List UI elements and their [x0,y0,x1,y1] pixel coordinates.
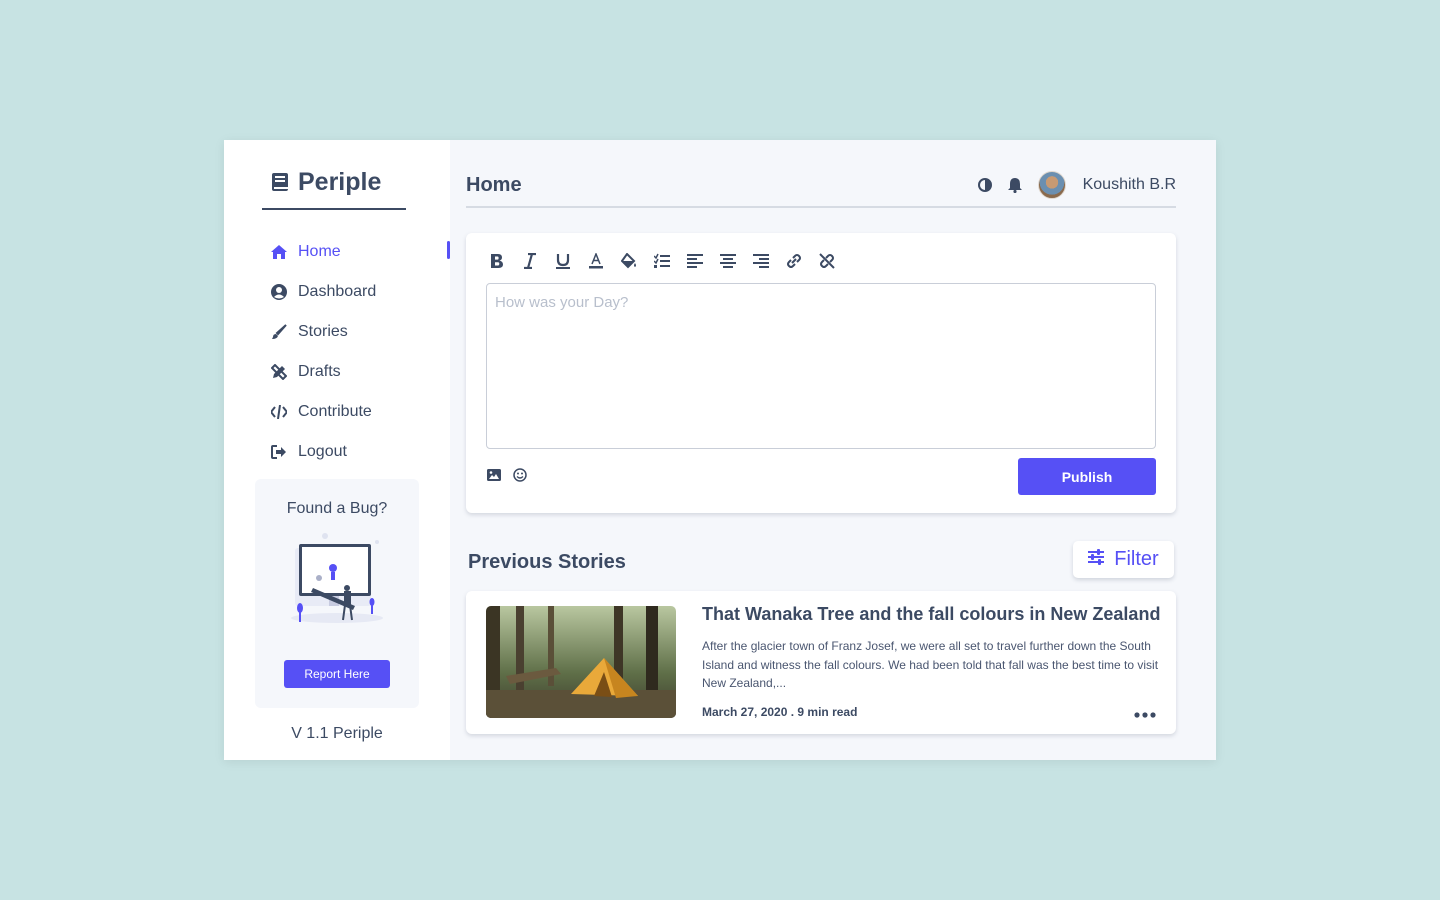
sidebar-item-label: Contribute [298,403,372,420]
filter-button[interactable]: Filter [1073,541,1174,578]
sidebar-item-dashboard[interactable]: Dashboard [270,272,450,312]
story-thumbnail[interactable] [486,606,676,718]
avatar[interactable] [1037,171,1066,199]
sidebar-item-home[interactable]: Home [270,232,450,272]
sidebar-item-stories[interactable]: Stories [270,312,450,352]
bug-illustration [291,533,383,623]
brush-icon [270,323,288,341]
report-bug-button[interactable]: Report Here [284,660,390,688]
story-title[interactable]: That Wanaka Tree and the fall colours in… [702,604,1162,625]
bell-icon[interactable] [1007,177,1022,193]
align-right-icon[interactable] [750,250,772,272]
filter-label: Filter [1114,548,1159,570]
bold-icon[interactable] [486,250,508,272]
pencil-ruler-icon [270,363,288,381]
more-options-icon[interactable] [1134,705,1156,723]
underline-icon[interactable] [552,250,574,272]
sidebar-item-drafts[interactable]: Drafts [270,352,450,392]
user-name[interactable]: Koushith B.R [1083,176,1176,194]
unlink-icon[interactable] [816,250,838,272]
emoji-icon[interactable] [513,468,527,487]
sidebar-item-label: Drafts [298,363,341,380]
sign-out-icon [270,443,288,461]
brand-name: Periple [298,168,382,196]
editor-toolbar [486,250,838,272]
link-icon[interactable] [783,250,805,272]
align-center-icon[interactable] [717,250,739,272]
italic-icon[interactable] [519,250,541,272]
sidebar-item-label: Stories [298,323,348,340]
publish-button[interactable]: Publish [1018,458,1156,495]
story-card[interactable]: That Wanaka Tree and the fall colours in… [466,591,1176,734]
version-label: V 1.1 Periple [291,725,383,742]
sidebar-nav: Home Dashboard Stories Drafts Contribute… [270,232,450,472]
sidebar-item-logout[interactable]: Logout [270,432,450,472]
sidebar: Periple Home Dashboard Stories Drafts Co… [224,140,450,760]
top-bar: Home Koushith B.R [466,170,1176,208]
text-color-icon[interactable] [585,250,607,272]
attachment-row [487,468,527,487]
brand-logo[interactable]: Periple [262,168,406,210]
app-window: Periple Home Dashboard Stories Drafts Co… [224,140,1216,760]
sidebar-item-contribute[interactable]: Contribute [270,392,450,432]
story-meta: March 27, 2020 . 9 min read [702,705,858,719]
image-icon[interactable] [487,468,501,487]
user-circle-icon [270,283,288,301]
story-excerpt: After the glacier town of Franz Josef, w… [702,639,1159,690]
story-editor: Publish [466,233,1176,513]
home-icon [270,243,288,261]
fill-color-icon[interactable] [618,250,640,272]
sidebar-item-label: Dashboard [298,283,377,300]
bug-card-title: Found a Bug? [286,500,388,517]
book-icon [272,173,288,191]
previous-stories-title: Previous Stories [468,551,626,573]
contrast-icon[interactable] [977,177,992,193]
main-content: Home Koushith B.R How was your Day? Publ… [450,140,1216,760]
story-text-input[interactable] [486,283,1156,449]
sidebar-item-label: Logout [298,443,347,460]
code-icon [270,403,288,421]
list-icon[interactable] [651,250,673,272]
topbar-actions: Koushith B.R [977,170,1176,200]
align-left-icon[interactable] [684,250,706,272]
sidebar-item-label: Home [298,243,341,260]
bug-report-card: Found a Bug? Report Here [255,479,419,708]
page-title: Home [466,174,522,196]
sliders-icon [1088,548,1105,571]
